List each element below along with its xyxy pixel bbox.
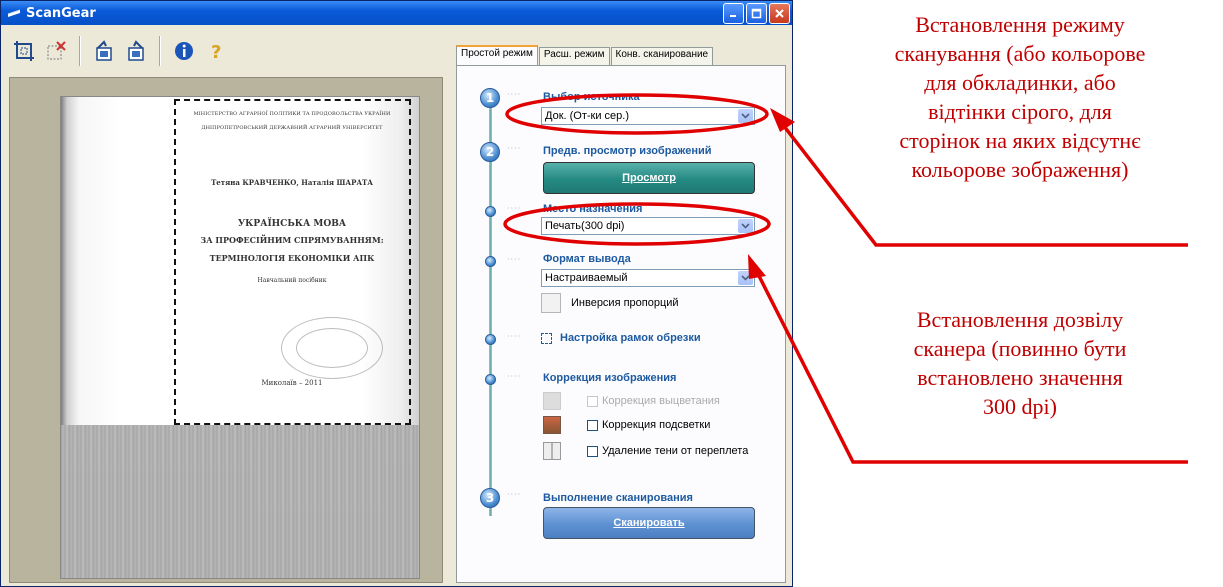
crop-frame[interactable] bbox=[174, 99, 411, 425]
tab-auto-scan[interactable]: Конв. сканирование bbox=[610, 47, 714, 65]
step-dot bbox=[485, 206, 496, 217]
maximize-button[interactable] bbox=[746, 2, 767, 24]
step-leader: ···· bbox=[507, 372, 522, 381]
backlight-correction-label: Коррекция подсветки bbox=[602, 419, 711, 431]
title-bar[interactable]: ScanGear bbox=[1, 1, 792, 25]
step-3-badge: 3 bbox=[480, 488, 500, 508]
annotation-resolution: Встановлення дозвілу сканера (повинно бу… bbox=[830, 305, 1210, 421]
source-value: Док. (От-ки сер.) bbox=[545, 110, 630, 122]
annotation-line: Встановлення режиму bbox=[915, 12, 1125, 37]
gutter-shadow-icon bbox=[543, 442, 561, 460]
annotation-line: Встановлення дозвілу bbox=[916, 307, 1124, 332]
help-icon: ? bbox=[211, 42, 221, 62]
gutter-shadow-label: Удаление тени от переплета bbox=[602, 445, 749, 457]
delete-crop-icon bbox=[47, 41, 66, 60]
close-button[interactable] bbox=[769, 2, 790, 24]
annotation-line: відтінки сірого, для bbox=[928, 99, 1112, 124]
chevron-down-icon[interactable] bbox=[738, 271, 753, 285]
fading-correction-icon bbox=[543, 392, 561, 410]
toolbar: ? bbox=[5, 29, 445, 73]
step-leader: ···· bbox=[507, 90, 522, 99]
maximize-icon bbox=[751, 8, 762, 18]
annotation-line: встановлено значення bbox=[917, 365, 1123, 390]
minimize-icon bbox=[730, 14, 736, 17]
gutter-shadow-checkbox[interactable] bbox=[587, 445, 598, 457]
annotation-line: 300 dpi) bbox=[983, 394, 1057, 419]
backlight-correction-icon bbox=[543, 416, 561, 434]
step-dot bbox=[485, 256, 496, 267]
output-format-label: Формат вывода bbox=[543, 253, 631, 265]
step-leader: ···· bbox=[507, 204, 522, 213]
scangear-window: ScanGear ? МІНІСТЕРСТВО АГРАРНОЇ ПОЛІТИК… bbox=[0, 0, 793, 587]
fading-correction-label: Коррекция выцветания bbox=[602, 395, 720, 407]
swap-aspect-row: Инверсия пропорций bbox=[541, 293, 679, 313]
fading-correction-checkbox[interactable] bbox=[587, 395, 598, 407]
annotation-line: сканера (повинно бути bbox=[913, 336, 1127, 361]
crop-frame-icon bbox=[541, 332, 552, 344]
rotate-right-button[interactable] bbox=[123, 38, 149, 64]
step-dot bbox=[485, 374, 496, 385]
toolbar-separator bbox=[159, 36, 161, 66]
rotate-left-icon bbox=[96, 40, 112, 61]
crop-frame-label: Настройка рамок обрезки bbox=[560, 332, 701, 344]
destination-label: Место назначения bbox=[543, 203, 643, 215]
help-button[interactable]: ? bbox=[203, 38, 229, 64]
toolbar-separator bbox=[79, 36, 81, 66]
info-icon bbox=[175, 42, 193, 60]
svg-text:?: ? bbox=[211, 42, 221, 62]
scan-label: Выполнение сканирования bbox=[543, 492, 693, 504]
auto-crop-button[interactable] bbox=[11, 38, 37, 64]
tab-simple-mode[interactable]: Простой режим bbox=[456, 45, 538, 66]
preview-area[interactable]: МІНІСТЕРСТВО АГРАРНОЇ ПОЛІТИКИ ТА ПРОДОВ… bbox=[9, 77, 443, 583]
step-leader: ···· bbox=[507, 490, 522, 499]
info-button[interactable] bbox=[171, 38, 197, 64]
annotation-line: для обкладинки, або bbox=[924, 70, 1116, 95]
delete-crop-button[interactable] bbox=[43, 38, 69, 64]
rotate-right-icon bbox=[128, 40, 144, 61]
minimize-button[interactable] bbox=[723, 2, 744, 24]
swap-aspect-icon[interactable] bbox=[541, 293, 561, 313]
fading-correction-row: Коррекция выцветания bbox=[543, 392, 720, 410]
swap-aspect-label: Инверсия пропорций bbox=[571, 297, 679, 309]
output-format-value: Настраиваемый bbox=[545, 272, 628, 284]
step-leader: ···· bbox=[507, 332, 522, 341]
source-select[interactable]: Док. (От-ки сер.) bbox=[541, 107, 755, 125]
scan-button[interactable]: Сканировать bbox=[543, 507, 755, 539]
step-2-badge: 2 bbox=[480, 142, 500, 162]
step-1-badge: 1 bbox=[480, 88, 500, 108]
simple-mode-panel: 1 ···· Выбор источника Док. (От-ки сер.)… bbox=[456, 65, 786, 583]
backlight-correction-row: Коррекция подсветки bbox=[543, 416, 710, 434]
destination-select[interactable]: Печать(300 dpi) bbox=[541, 217, 755, 235]
annotation-line: сторінок на яких відсутнє bbox=[899, 128, 1141, 153]
image-correction-label: Коррекция изображения bbox=[543, 372, 677, 384]
annotation-scan-mode: Встановлення режиму сканування (або коль… bbox=[820, 10, 1220, 184]
source-label: Выбор источника bbox=[543, 91, 640, 103]
output-format-select[interactable]: Настраиваемый bbox=[541, 269, 755, 287]
backlight-correction-checkbox[interactable] bbox=[587, 419, 598, 431]
scanner-icon bbox=[7, 9, 21, 17]
chevron-down-icon[interactable] bbox=[738, 109, 753, 123]
annotation-line: сканування (або кольорове bbox=[894, 41, 1146, 66]
destination-value: Печать(300 dpi) bbox=[545, 220, 625, 232]
gutter-shadow-row: Удаление тени от переплета bbox=[543, 442, 748, 460]
crop-frame-setting[interactable]: Настройка рамок обрезки bbox=[541, 332, 701, 344]
rotate-left-button[interactable] bbox=[91, 38, 117, 64]
window-title: ScanGear bbox=[26, 5, 96, 21]
mode-tabs: Простой режим Расш. режим Конв. сканиров… bbox=[456, 45, 714, 66]
step-leader: ···· bbox=[507, 255, 522, 264]
step-leader: ···· bbox=[507, 144, 522, 153]
chevron-down-icon[interactable] bbox=[738, 219, 753, 233]
step-dot bbox=[485, 334, 496, 345]
annotation-line: кольорове зображення) bbox=[911, 157, 1129, 182]
scanned-image: МІНІСТЕРСТВО АГРАРНОЇ ПОЛІТИКИ ТА ПРОДОВ… bbox=[60, 96, 420, 579]
preview-label: Предв. просмотр изображений bbox=[543, 145, 712, 157]
preview-button[interactable]: Просмотр bbox=[543, 162, 755, 194]
auto-crop-icon bbox=[14, 41, 34, 61]
close-icon bbox=[775, 8, 784, 18]
scanner-bed bbox=[61, 425, 419, 578]
tab-advanced-mode[interactable]: Расш. режим bbox=[538, 47, 610, 65]
